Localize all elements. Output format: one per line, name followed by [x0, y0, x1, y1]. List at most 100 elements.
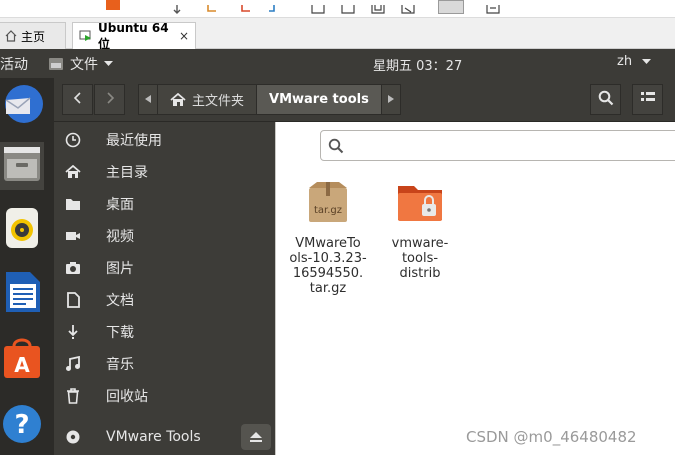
file-name-line: tar.gz: [309, 281, 347, 296]
search-input[interactable]: [320, 130, 675, 161]
sidebar-item-label: 下载: [106, 325, 134, 341]
breadcrumb-scroll-left[interactable]: [139, 85, 158, 114]
breadcrumb-current-label: VMware tools: [269, 92, 369, 107]
sidebar-item-desktop[interactable]: 桌面: [54, 188, 275, 220]
input-method-indicator[interactable]: zh: [617, 54, 652, 69]
home-icon: [170, 92, 186, 107]
breadcrumb-current[interactable]: VMware tools: [257, 85, 382, 114]
revert-icon[interactable]: [240, 0, 252, 12]
send-keys-icon[interactable]: [172, 0, 182, 14]
file-name-line: 16594550.: [292, 266, 364, 281]
fullscreen-icon[interactable]: [438, 0, 464, 14]
vmware-toolbar: [0, 0, 675, 18]
dock-item-writer[interactable]: [0, 270, 44, 318]
file-item-vmware-tools-distrib[interactable]: vmware- tools- distrib: [380, 180, 460, 281]
download-icon: [64, 323, 82, 341]
tab-ubuntu-vm[interactable]: Ubuntu 64 位 ×: [72, 20, 196, 51]
breadcrumb: 主文件夹 VMware tools: [138, 84, 401, 115]
archive-icon: tar.gz: [305, 180, 351, 228]
document-icon: [64, 291, 82, 309]
dock-item-software[interactable]: A: [0, 336, 44, 384]
sidebar-item-music[interactable]: 音乐: [54, 348, 275, 380]
view-icon-2[interactable]: [341, 0, 355, 14]
file-view: tar.gz VMwareTo ols-10.3.23- 16594550. t…: [275, 122, 675, 455]
sidebar-item-recent[interactable]: 最近使用: [54, 124, 275, 156]
back-button[interactable]: [62, 84, 93, 115]
file-name-line: distrib: [399, 266, 441, 281]
language-label: zh: [617, 54, 633, 69]
sidebar-item-label: 文档: [106, 293, 134, 309]
trash-icon: [64, 387, 82, 405]
tab-home[interactable]: 主页: [0, 22, 66, 49]
eject-icon: [249, 428, 263, 447]
search-icon: [598, 90, 614, 110]
triangle-right-icon: [387, 92, 394, 107]
dock-item-rhythmbox[interactable]: [0, 206, 44, 254]
files-app-icon: [48, 57, 64, 71]
view-toggle-button[interactable]: [632, 84, 663, 115]
breadcrumb-scroll-right[interactable]: [382, 85, 400, 114]
forward-button[interactable]: [94, 84, 125, 115]
dock-item-files[interactable]: [0, 142, 44, 190]
file-name-line: vmware-: [391, 236, 449, 251]
home-icon: [5, 30, 17, 42]
sidebar-item-downloads[interactable]: 下载: [54, 316, 275, 348]
breadcrumb-home[interactable]: 主文件夹: [158, 85, 258, 114]
sidebar-item-label: 回收站: [106, 389, 148, 405]
music-icon: [64, 355, 82, 373]
triangle-down-icon: [642, 59, 652, 65]
manage-snapshots-icon[interactable]: [268, 0, 280, 12]
folder-icon: [64, 195, 82, 213]
triangle-left-icon: [145, 92, 151, 107]
sidebar-item-pictures[interactable]: 图片: [54, 252, 275, 284]
view-icon-1[interactable]: [311, 0, 325, 14]
disc-icon: [64, 428, 82, 446]
sidebar-item-label: 音乐: [106, 357, 134, 373]
sidebar-item-label: VMware Tools: [106, 429, 201, 445]
file-manager-header: 主文件夹 VMware tools: [54, 78, 675, 122]
snapshot-icon[interactable]: [206, 0, 218, 12]
thunderbird-icon: [0, 82, 44, 130]
sidebar-item-label: 视频: [106, 229, 134, 245]
svg-text:?: ?: [14, 410, 29, 440]
svg-text:A: A: [14, 353, 30, 377]
app-menu-label: 文件: [70, 57, 98, 73]
sidebar-item-documents[interactable]: 文档: [54, 284, 275, 316]
archive-badge: tar.gz: [314, 205, 342, 216]
sidebar-item-label: 最近使用: [106, 133, 162, 149]
sidebar-item-videos[interactable]: 视频: [54, 220, 275, 252]
file-name-line: VMwareTo: [295, 236, 361, 251]
app-menu[interactable]: 文件: [48, 54, 113, 74]
activities-button[interactable]: 活动: [0, 54, 28, 74]
chevron-left-icon: [73, 91, 83, 108]
sidebar-item-label: 桌面: [106, 197, 134, 213]
dock-item-thunderbird[interactable]: [0, 82, 44, 130]
clock[interactable]: 星期五 03：27: [373, 55, 462, 74]
breadcrumb-home-label: 主文件夹: [192, 94, 245, 109]
watermark: CSDN @m0_46480482: [466, 428, 637, 446]
sidebar-item-home[interactable]: 主目录: [54, 156, 275, 188]
search-button[interactable]: [590, 84, 621, 115]
ubuntu-top-bar: 活动 文件 星期五 03：27 zh: [0, 49, 675, 78]
rhythmbox-icon: [2, 206, 42, 254]
file-item-vmware-tools-archive[interactable]: tar.gz VMwareTo ols-10.3.23- 16594550. t…: [288, 180, 368, 296]
triangle-down-icon: [104, 61, 113, 67]
pause-icon[interactable]: [106, 0, 120, 10]
list-view-icon: [640, 90, 656, 109]
home-icon: [64, 163, 82, 181]
dock-item-help[interactable]: ?: [0, 402, 44, 450]
sidebar-item-trash[interactable]: 回收站: [54, 380, 275, 412]
sidebar-item-label: 图片: [106, 261, 134, 277]
sidebar-item-label: 主目录: [106, 165, 148, 181]
dock: A ?: [0, 78, 54, 455]
camera-icon: [64, 259, 82, 277]
help-icon: ?: [1, 403, 43, 449]
places-sidebar: 最近使用 主目录 桌面 视频 图片 文档 下载 音乐 回收站 VMware To…: [54, 122, 275, 455]
eject-button[interactable]: [241, 424, 271, 450]
software-center-icon: A: [1, 336, 43, 384]
close-icon[interactable]: ×: [179, 29, 189, 43]
preferences-icon[interactable]: [486, 0, 500, 14]
view-icon-4[interactable]: [401, 0, 415, 14]
tab-label: Ubuntu 64 位: [98, 20, 169, 51]
view-icon-3[interactable]: [371, 0, 385, 14]
